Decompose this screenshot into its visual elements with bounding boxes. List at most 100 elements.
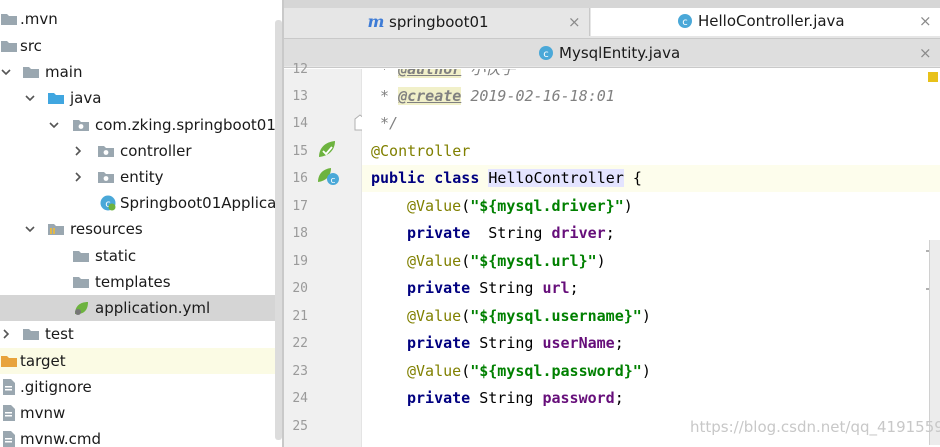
line-number: 12 [292,62,308,77]
file-icon [0,430,18,447]
tree-item-application-class[interactable]: c Springboot01Applicat [0,190,282,216]
tree-item-label: mvnw.cmd [20,430,102,447]
tab-springboot01[interactable]: m springboot01 × [284,8,590,36]
string-literal: "${mysql.username}" [470,307,642,325]
editor-gutter[interactable]: 12 13 14 15 16 17 18 19 20 21 22 23 24 2… [284,62,366,447]
chevron-down-icon[interactable] [48,119,60,131]
punctuation: ) [623,197,633,215]
chevron-right-icon[interactable] [72,171,84,183]
tree-item-application-yml[interactable]: application.yml [0,295,282,321]
close-icon[interactable]: × [919,12,932,30]
code-line-14: */ [371,110,398,137]
field-name: userName [542,334,615,352]
tree-item-gitignore[interactable]: .gitignore [0,374,282,400]
field-name: password [542,389,615,407]
punctuation: ( [461,197,471,215]
comment-text: 小伙子 [461,69,516,78]
tree-scrollbar[interactable] [275,20,282,440]
tree-item-label: com.zking.springboot01 [95,116,276,134]
tree-item-controller[interactable]: controller [0,138,282,164]
tree-item-mvn[interactable]: .mvn [0,6,282,32]
line-number: 17 [292,199,308,214]
field-name: url [542,279,570,297]
line-number: 15 [292,144,308,159]
code-line-17: @Value("${mysql.driver}") [407,193,633,220]
tree-item-label: resources [70,220,143,238]
tree-item-entity[interactable]: entity [0,164,282,190]
tree-item-main[interactable]: main [0,59,282,85]
keyword: private [407,224,471,242]
line-number: 16 [292,171,308,186]
close-icon[interactable]: × [568,13,581,31]
tree-item-static[interactable]: static [0,243,282,269]
code-editor[interactable]: * @author 小伙子 * @create 2019-02-16-18:01… [362,69,940,447]
folder-icon [72,247,90,265]
punctuation: ; [605,224,615,242]
resources-folder-icon [47,220,65,238]
class-icon: c [538,45,554,61]
punctuation: ) [641,307,651,325]
chevron-down-icon[interactable] [24,92,36,104]
source-folder-icon [47,89,65,107]
folder-icon [0,37,18,55]
keyword: public class [371,169,489,187]
tree-item-mvnw[interactable]: mvnw [0,400,282,426]
code-line-22: private String userName; [407,330,624,357]
tree-item-label: main [45,63,83,81]
line-number: 23 [292,364,308,379]
tab-hello-controller[interactable]: c HelloController.java × [591,8,940,36]
code-line-15: @Controller [371,138,470,165]
punctuation: ) [641,362,651,380]
tree-item-label: test [45,325,74,343]
tree-item-package-root[interactable]: com.zking.springboot01 [0,112,282,138]
spring-class-icon: c [99,194,117,212]
punctuation: ; [614,389,624,407]
tree-item-mvnw-cmd[interactable]: mvnw.cmd [0,426,282,447]
svg-text:c: c [543,49,549,60]
close-icon[interactable]: × [919,44,932,62]
folder-icon [22,325,40,343]
punctuation: ) [596,252,606,270]
tree-item-label: target [20,352,66,370]
maven-icon: m [368,14,384,30]
punctuation: ( [461,362,471,380]
annotation: @Value [407,307,462,325]
tree-item-templates[interactable]: templates [0,269,282,295]
comment-text: * [371,87,399,105]
code-line-18: private String driver; [407,220,615,247]
code-line-24: private String password; [407,385,624,412]
comment-text: * [371,69,399,78]
annotation: @Value [407,362,462,380]
type-name: String [470,279,543,297]
spring-bean-class-icon[interactable]: c [317,166,341,186]
tree-item-test[interactable]: test [0,321,282,347]
tree-item-resources[interactable]: resources [0,216,282,242]
warning-marker[interactable] [928,72,938,82]
line-number: 25 [292,419,308,434]
tree-item-label: mvnw [20,404,66,422]
field-name: driver [551,224,606,242]
chevron-down-icon[interactable] [0,66,12,78]
javadoc-tag: @author [398,69,462,78]
editor-scrollbar[interactable] [929,240,940,445]
tree-item-java[interactable]: java [0,85,282,111]
keyword: private [407,279,471,297]
spring-bean-icon[interactable] [317,139,337,159]
chevron-right-icon[interactable] [72,145,84,157]
svg-text:c: c [331,176,336,186]
tree-item-label: src [20,37,42,55]
spring-config-icon [72,299,90,317]
code-line-13: * @create 2019-02-16-18:01 [371,83,615,110]
tab-mysql-entity[interactable]: c MysqlEntity.java × [284,38,940,66]
package-icon [97,142,115,160]
tree-item-src[interactable]: src [0,33,282,59]
tree-item-target[interactable]: target [0,348,282,374]
line-number: 24 [292,391,308,406]
chevron-right-icon[interactable] [0,328,12,340]
chevron-down-icon[interactable] [24,223,36,235]
line-number: 22 [292,336,308,351]
line-number: 21 [292,309,308,324]
class-icon: c [677,13,693,29]
string-literal: "${mysql.url}" [470,252,597,270]
folder-icon [22,63,40,81]
